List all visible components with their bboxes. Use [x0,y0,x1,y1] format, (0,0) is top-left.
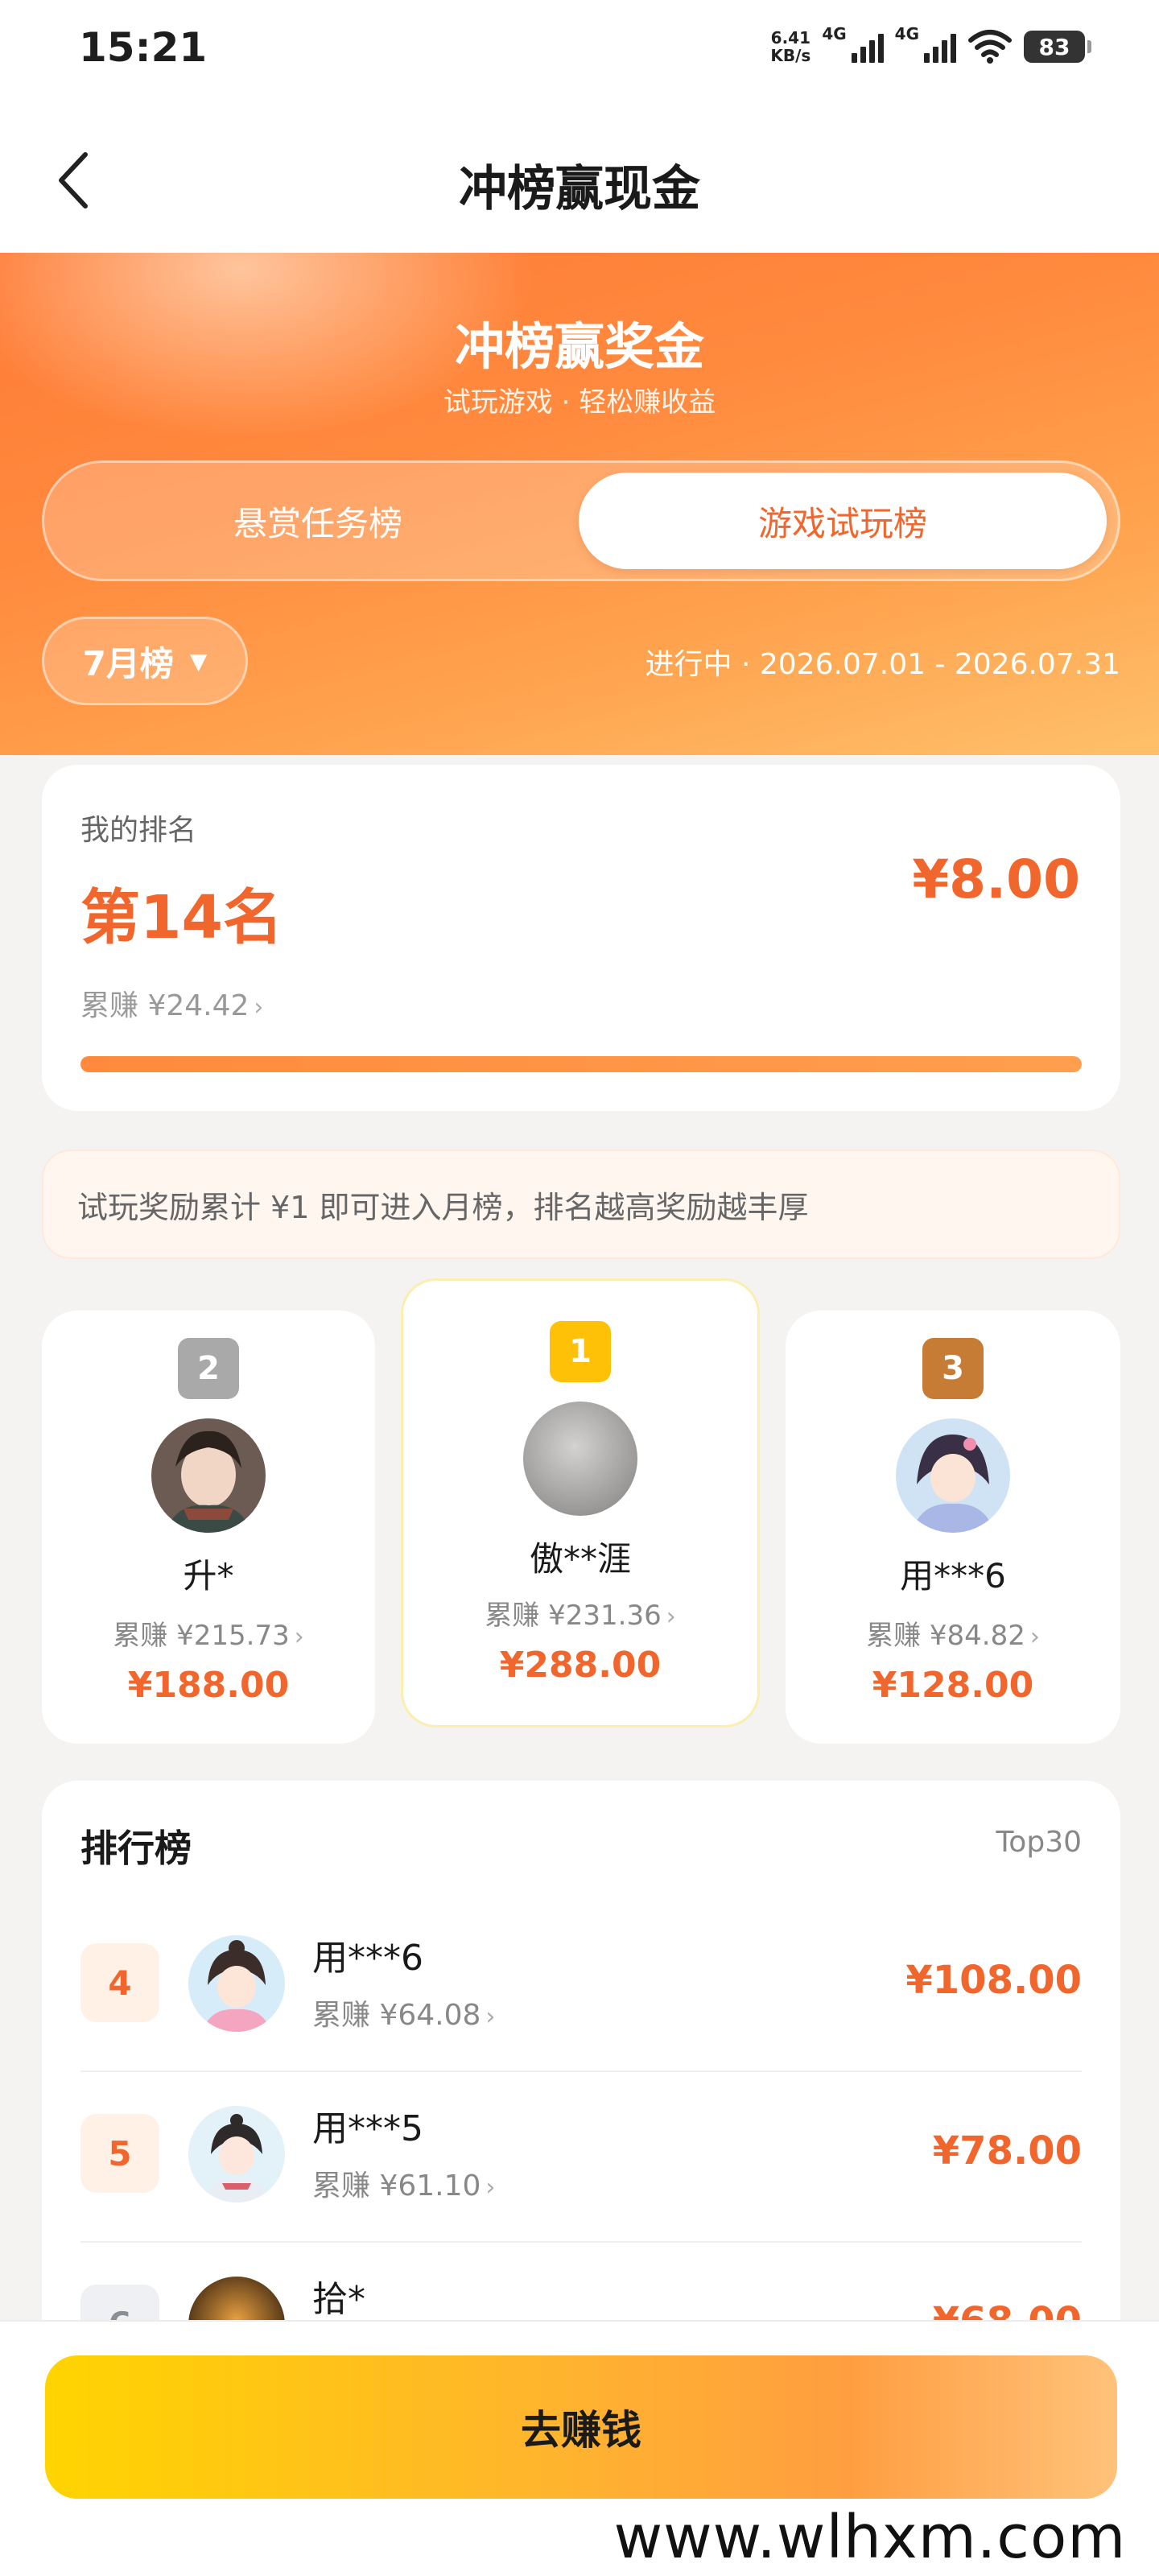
go-earn-button[interactable]: 去赚钱 [45,2355,1117,2499]
podium-reward: ¥128.00 [872,1665,1034,1706]
row-name: 用***5 [312,2108,423,2149]
rank-progress-bar [80,1056,1082,1072]
hero-banner: 冲榜赢奖金 试玩游戏 · 轻松赚收益 悬赏任务榜 游戏试玩榜 7月榜 ▼ 进行中… [0,253,1159,755]
avatar [188,2106,285,2202]
board-tab-switch: 悬赏任务榜 游戏试玩榜 [42,460,1120,581]
my-earned-text: 累赚 ¥24.42 [80,989,250,1022]
podium-third[interactable]: 3 用***6 累赚 ¥84.82 › ¥128.00 [786,1311,1120,1744]
caret-down-icon: ▼ [189,647,208,675]
period-status: 进行中 · 2026.07.01 - 2026.07.31 [645,648,1120,681]
podium-earned: 累赚 ¥231.36 › [403,1593,757,1633]
signal-icon [851,31,884,63]
leaderboard-top-label: Top30 [996,1826,1082,1859]
net-speed-value: 6.41 [770,28,811,47]
row-name: 用***6 [312,1938,423,1979]
my-rank-value: 第14名 [80,883,283,952]
nav-bar: 冲榜赢现金 [0,97,1159,253]
leaderboard-title: 排行榜 [80,1827,192,1870]
network-type-1: 4G [822,24,847,43]
chevron-right-icon: › [294,1623,304,1651]
rank-badge-silver: 2 [178,1338,239,1399]
avatar [896,1418,1010,1533]
wifi-icon [968,30,1012,64]
podium-first[interactable]: 1 傲**涯 累赚 ¥231.36 › ¥288.00 [401,1278,760,1728]
row-reward: ¥78.00 [932,2128,1082,2174]
leaderboard-card: 排行榜 Top30 4 用***6 累赚 ¥64.08› ¥108.00 5 [42,1781,1120,2360]
status-icons: 6.41 KB/s 4G 4G 83 [770,23,1091,71]
row-name: 拾* [312,2279,365,2320]
chevron-right-icon: › [666,1603,676,1631]
my-earned-link[interactable]: 累赚 ¥24.42 › [80,982,263,1024]
signal-icon-2 [924,31,956,63]
podium-earned-text: 累赚 ¥231.36 [485,1600,662,1632]
podium-earned-text: 累赚 ¥84.82 [866,1620,1025,1652]
my-rank-label: 我的排名 [80,814,197,847]
row-earned: 累赚 ¥61.10 › [312,2162,495,2204]
chevron-right-icon: › [254,993,264,1022]
net-speed-unit: KB/s [770,46,811,65]
row-earned-text: 累赚 ¥64.08 [312,1999,481,2032]
rank-progress-fill [80,1056,1082,1072]
row-earned: 累赚 ¥64.08 › [312,1992,495,2033]
hero-title: 冲榜赢奖金 [454,317,704,376]
tab-bounty-task-board[interactable]: 悬赏任务榜 [54,473,582,569]
status-bar: 15:21 6.41 KB/s 4G 4G 83 [0,0,1159,97]
leaderboard-row[interactable]: 5 用***5 累赚 ¥61.10 › ¥78.00 [80,2072,1082,2243]
avatar [151,1418,266,1533]
hero-subtitle: 试玩游戏 · 轻松赚收益 [443,386,716,419]
podium-name: 用***6 [900,1556,1006,1596]
network-type-2: 4G [894,24,919,43]
podium-earned: 累赚 ¥84.82 › [786,1613,1120,1653]
page-title: 冲榜赢现金 [459,161,700,217]
chevron-right-icon: › [1029,1623,1040,1651]
entry-tip: 试玩奖励累计 ¥1 即可进入月榜，排名越高奖励越丰厚 [42,1150,1120,1259]
chevron-right-icon: › [485,2174,496,2202]
podium-earned-text: 累赚 ¥215.73 [113,1620,290,1652]
net-speed: 6.41 KB/s [770,29,810,64]
podium-reward: ¥288.00 [499,1645,662,1686]
month-select-label: 7月榜 [82,643,174,683]
watermark: www.wlhxm.com [581,2499,1159,2576]
chevron-right-icon: › [485,2003,496,2031]
my-rank-card: 我的排名 第14名 ¥8.00 累赚 ¥24.42 › [42,765,1120,1111]
podium-name: 升* [183,1556,234,1596]
leaderboard-row[interactable]: 4 用***6 累赚 ¥64.08 › ¥108.00 [80,1901,1082,2072]
avatar [188,1935,285,2032]
podium-second[interactable]: 2 升* 累赚 ¥215.73 › ¥188.00 [42,1311,375,1744]
row-reward: ¥108.00 [905,1958,1082,2003]
rank-badge-bronze: 3 [922,1338,984,1399]
avatar [523,1402,637,1516]
battery-icon: 83 [1024,31,1091,63]
status-time: 15:21 [79,24,208,71]
my-reward: ¥8.00 [912,848,1080,910]
row-rank: 5 [80,2114,159,2193]
tab-game-trial-board[interactable]: 游戏试玩榜 [579,473,1107,569]
row-earned-text: 累赚 ¥61.10 [312,2169,481,2202]
row-rank: 4 [80,1943,159,2022]
podium-earned: 累赚 ¥215.73 › [42,1613,375,1653]
month-select[interactable]: 7月榜 ▼ [42,617,248,705]
rank-badge-gold: 1 [550,1321,611,1382]
podium-reward: ¥188.00 [127,1665,290,1706]
podium-name: 傲**涯 [529,1539,631,1579]
